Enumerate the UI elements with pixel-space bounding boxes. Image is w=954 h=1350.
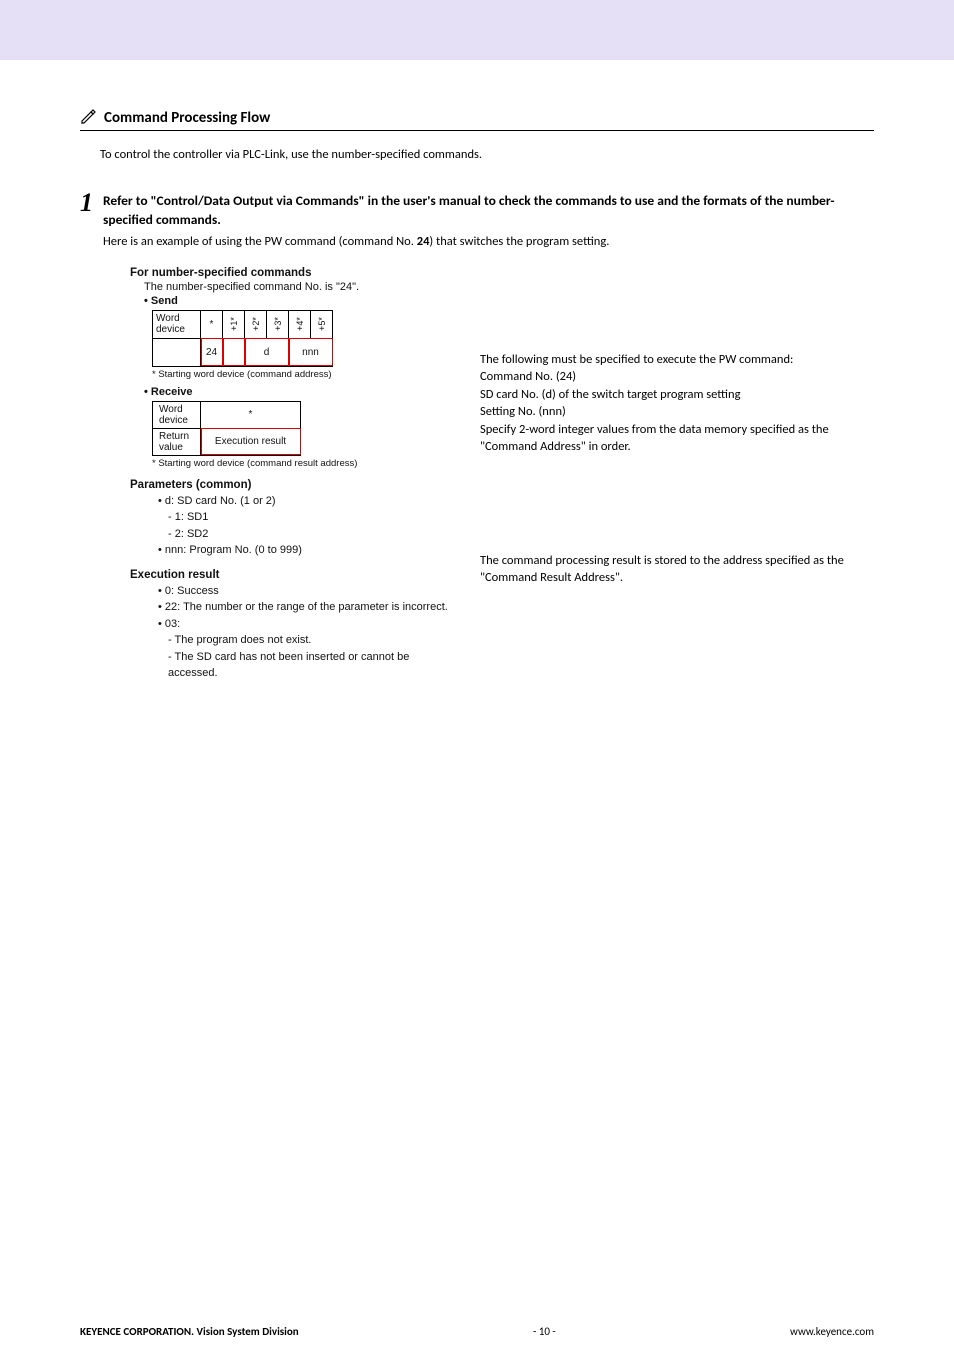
exec-03b: The SD card has not been inserted or can… [168,649,460,682]
recv-row-label: Word device [153,401,201,428]
param-d: d: SD card No. (1 or 2) [158,493,460,510]
send-val-3: nnn [289,338,333,366]
param-nnn: nnn: Program No. (0 to 999) [158,542,460,559]
step-cmd-no: 24 [417,234,430,249]
send-col-1: +1* [223,310,245,338]
right-p1e: Specify 2-word integer values from the d… [480,421,874,456]
step-desc-b: ) that switches the program setting. [429,234,609,249]
right-p1b: Command No. (24) [480,368,874,386]
send-val-2: d [245,338,289,366]
recv-footnote: * Starting word device (command result a… [152,458,460,469]
step-number: 1 [80,190,93,216]
send-val-1 [223,338,245,366]
recv-value: Execution result [201,428,301,455]
exec-0: 0: Success [158,583,460,600]
exec-03a: The program does not exist. [168,632,460,649]
right-p1c: SD card No. (d) of the switch target pro… [480,386,874,404]
footer-center: - 10 - [533,1325,556,1338]
send-val-empty [153,338,201,366]
number-spec-note: The number-specified command No. is "24"… [144,281,460,293]
step-description: Here is an example of using the PW comma… [103,234,874,249]
step-1: 1 Refer to "Control/Data Output via Comm… [80,192,874,249]
exec-result-list: 0: Success 22: The number or the range o… [158,583,460,682]
pencil-icon [80,108,98,128]
send-col-0: * [201,310,223,338]
exec-result-heading: Execution result [130,569,460,581]
send-heading: • Send [144,295,460,307]
step-desc-a: Here is an example of using the PW comma… [103,234,417,249]
exec-03: 03: [158,616,460,633]
receive-table: Word device * Return value Execution res… [152,401,301,456]
send-footnote: * Starting word device (command address) [152,369,460,380]
send-col-4: +4* [289,310,311,338]
send-row-label: Word device [153,310,201,338]
footer-right: www.keyence.com [790,1325,874,1338]
right-p1a: The following must be specified to execu… [480,351,874,369]
send-col-2: +2* [245,310,267,338]
right-p2: The command processing result is stored … [480,552,874,587]
receive-heading: • Receive [144,386,460,398]
section-heading: Command Processing Flow [80,108,874,131]
send-val-0: 24 [201,338,223,366]
exec-22: 22: The number or the range of the param… [158,599,460,616]
right-p1d: Setting No. (nnn) [480,403,874,421]
step-title: Refer to "Control/Data Output via Comman… [103,192,874,230]
header-bar [0,0,954,60]
send-table: Word device * +1* +2* +3* +4* +5* 24 d n… [152,310,333,367]
send-col-5: +5* [311,310,333,338]
footer-left: KEYENCE CORPORATION. Vision System Divis… [80,1325,299,1338]
right-block-2: The command processing result is stored … [480,552,874,587]
intro-text: To control the controller via PLC-Link, … [100,147,874,162]
parameters-list: d: SD card No. (1 or 2) 1: SD1 2: SD2 nn… [158,493,460,559]
param-d2: 2: SD2 [168,526,460,543]
number-spec-heading: For number-specified commands [130,267,460,279]
send-col-3: +3* [267,310,289,338]
right-block-1: The following must be specified to execu… [480,351,874,456]
recv-star: * [201,401,301,428]
param-d1: 1: SD1 [168,509,460,526]
page-footer: KEYENCE CORPORATION. Vision System Divis… [0,1313,954,1350]
parameters-heading: Parameters (common) [130,479,460,491]
recv-return-label: Return value [153,428,201,455]
section-title: Command Processing Flow [104,109,270,127]
